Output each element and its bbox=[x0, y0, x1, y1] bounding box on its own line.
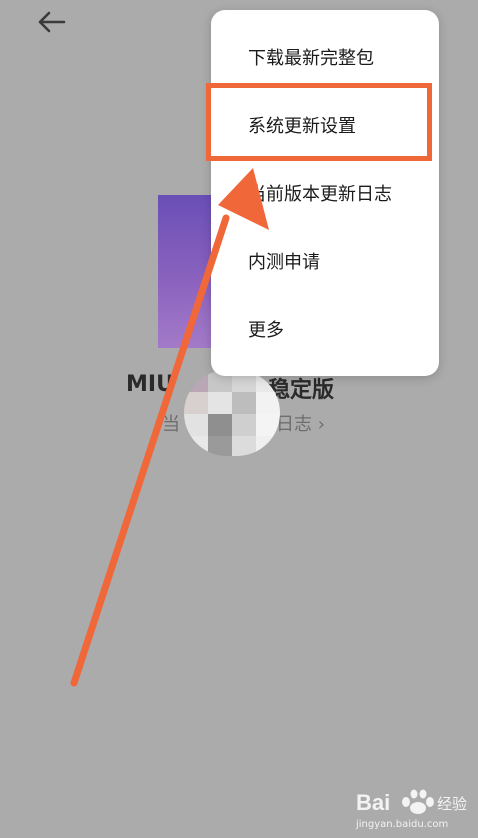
menu-item-download-full-package[interactable]: 下载最新完整包 bbox=[211, 24, 439, 90]
menu-item-label: 内测申请 bbox=[248, 252, 320, 273]
watermark-brand: Bai bbox=[356, 790, 390, 815]
baidu-jingyan-watermark: Bai 经验 jingyan.baidu.com bbox=[352, 782, 472, 832]
menu-item-label: 下载最新完整包 bbox=[248, 48, 374, 69]
version-title-left: MIU bbox=[126, 372, 174, 397]
menu-item-more[interactable]: 更多 bbox=[211, 296, 439, 362]
privacy-mosaic bbox=[184, 370, 280, 456]
changelog-link-right: 日志 › bbox=[276, 414, 325, 435]
watermark-suffix: 经验 bbox=[437, 795, 467, 813]
menu-item-beta-apply[interactable]: 内测申请 bbox=[211, 228, 439, 294]
menu-item-label: 当前版本更新日志 bbox=[248, 184, 392, 205]
watermark-url: jingyan.baidu.com bbox=[355, 819, 448, 830]
menu-item-current-changelog[interactable]: 当前版本更新日志 bbox=[211, 160, 439, 226]
changelog-link-left: 当 bbox=[162, 414, 180, 435]
back-button[interactable] bbox=[30, 6, 72, 38]
highlight-box bbox=[206, 83, 432, 161]
menu-item-label: 更多 bbox=[248, 320, 284, 341]
overflow-menu: 下载最新完整包 系统更新设置 当前版本更新日志 内测申请 更多 bbox=[211, 10, 439, 376]
arrow-left-icon bbox=[38, 11, 66, 33]
